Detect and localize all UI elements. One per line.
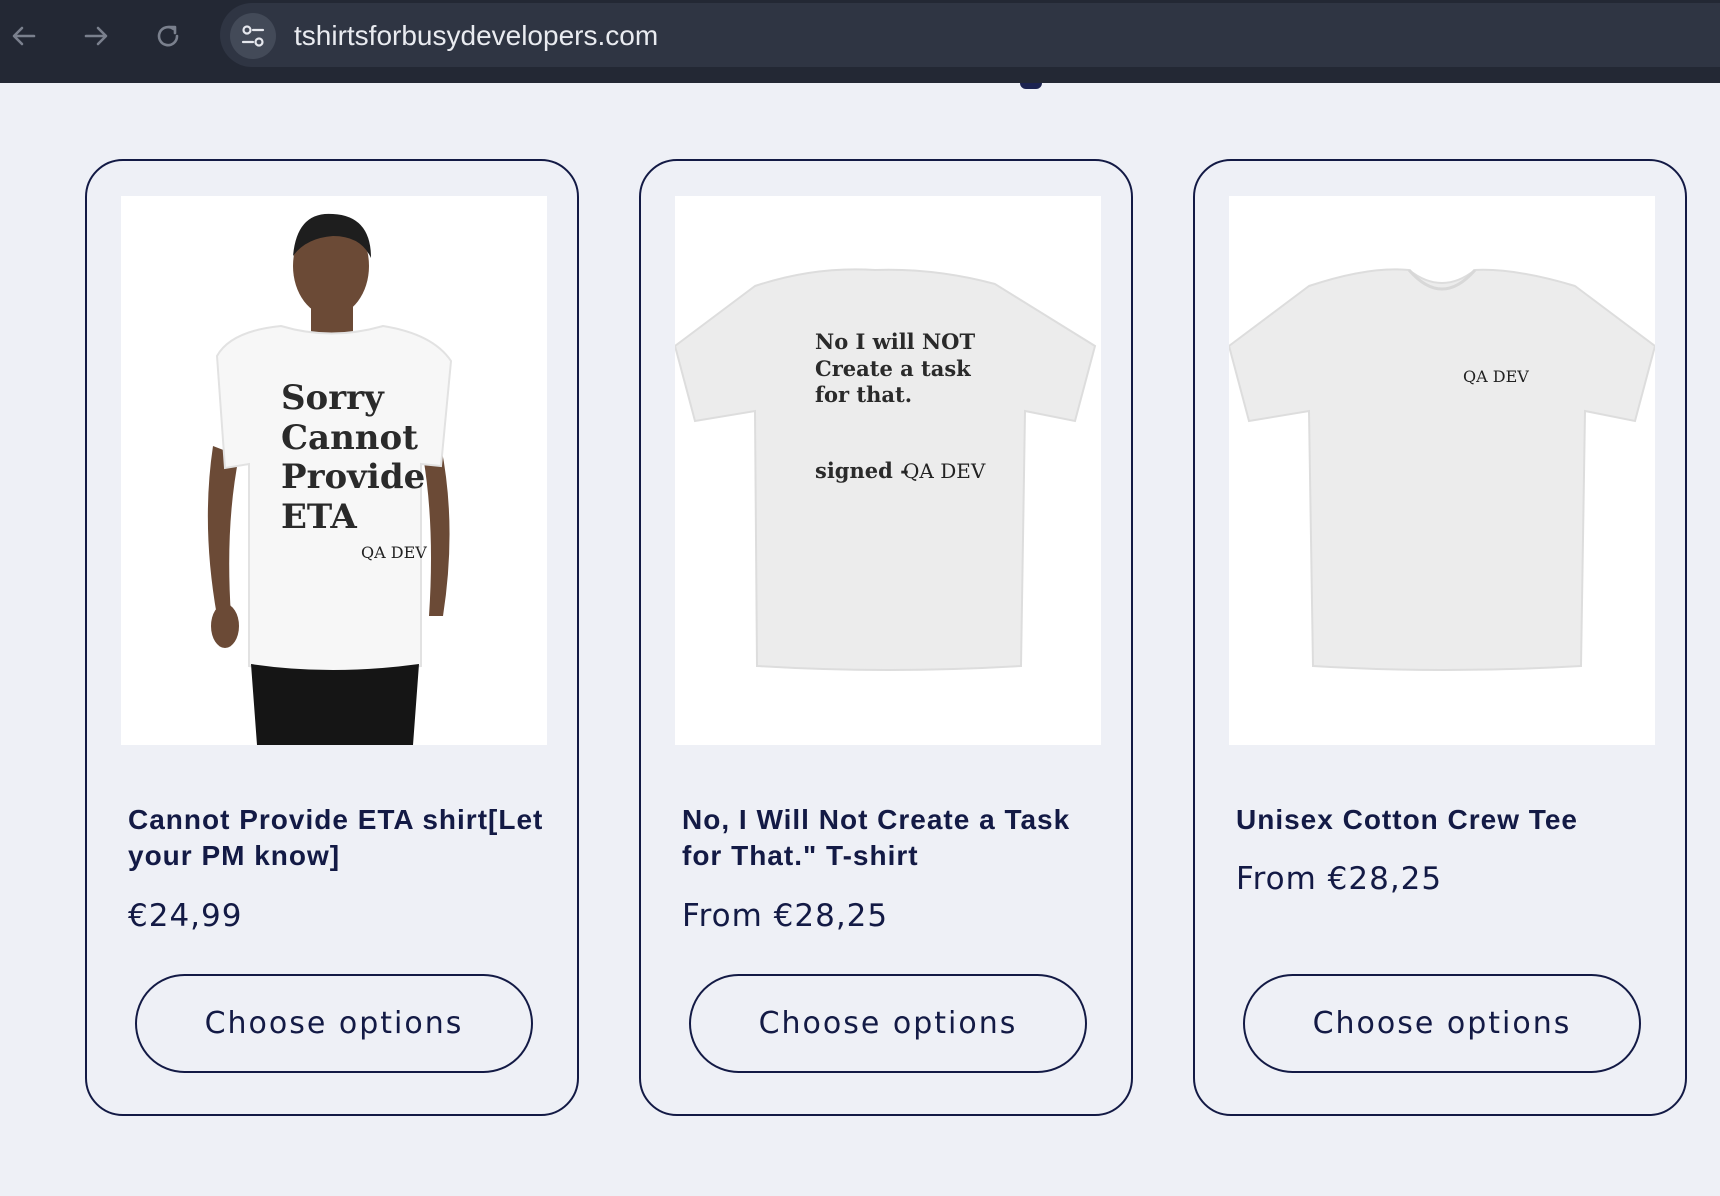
shirt-print-line: No I will NOT	[815, 329, 975, 354]
product-price: From €28,25	[682, 898, 889, 934]
product-image[interactable]: QA DEV	[1229, 196, 1655, 745]
choose-options-button[interactable]: Choose options	[135, 974, 533, 1073]
svg-text:QA DEV: QA DEV	[361, 543, 427, 562]
product-image[interactable]: No I will NOT Create a task for that. si…	[675, 196, 1101, 745]
shirt-print-line: Provide	[281, 457, 425, 497]
address-bar[interactable]: tshirtsforbusydevelopers.com	[220, 3, 1720, 67]
forward-button[interactable]	[78, 18, 114, 54]
shirt-back-image: No I will NOT Create a task for that. si…	[675, 196, 1101, 745]
shirt-front-image: QA DEV	[1229, 196, 1655, 745]
product-title[interactable]: Cannot Provide ETA shirt[Let your PM kno…	[128, 802, 548, 874]
product-image[interactable]: Sorry Cannot Provide ETA QA DEV	[121, 196, 547, 745]
qa-dev-logo: QA DEV	[903, 459, 986, 483]
product-price: €24,99	[128, 898, 243, 934]
browser-toolbar: tshirtsforbusydevelopers.com	[0, 0, 1720, 83]
svg-text:QA DEV: QA DEV	[903, 459, 986, 483]
arrow-right-icon	[84, 26, 108, 46]
product-card[interactable]: No I will NOT Create a task for that. si…	[639, 159, 1133, 1116]
shirt-print-line: Create a task	[815, 356, 971, 381]
reload-icon	[157, 25, 179, 47]
shirt-back-model-image: Sorry Cannot Provide ETA QA DEV	[121, 196, 547, 745]
arrow-left-icon	[12, 26, 36, 46]
section-heading-fragment	[1020, 83, 1042, 89]
site-settings-icon	[241, 25, 265, 47]
shirt-print-signed: signed -	[815, 458, 909, 483]
product-title[interactable]: No, I Will Not Create a Task for That." …	[682, 802, 1102, 874]
shirt-print-line: for that.	[815, 382, 912, 407]
back-button[interactable]	[6, 18, 42, 54]
shirt-print-line: ETA	[281, 497, 357, 537]
site-info-button[interactable]	[230, 13, 276, 59]
shirt-print-line: Sorry	[281, 378, 385, 418]
reload-button[interactable]	[150, 18, 186, 54]
qa-dev-logo: QA DEV	[1463, 367, 1529, 386]
url-text[interactable]: tshirtsforbusydevelopers.com	[294, 20, 658, 52]
product-title[interactable]: Unisex Cotton Crew Tee	[1236, 802, 1656, 838]
product-price: From €28,25	[1236, 861, 1443, 897]
svg-text:QA DEV: QA DEV	[1463, 367, 1529, 386]
qa-dev-logo: QA DEV	[361, 543, 427, 562]
product-card[interactable]: Sorry Cannot Provide ETA QA DEV Cannot P…	[85, 159, 579, 1116]
choose-options-button[interactable]: Choose options	[689, 974, 1087, 1073]
choose-options-button[interactable]: Choose options	[1243, 974, 1641, 1073]
product-card[interactable]: QA DEV Unisex Cotton Crew Tee From €28,2…	[1193, 159, 1687, 1116]
shirt-print-line: Cannot	[281, 418, 418, 458]
